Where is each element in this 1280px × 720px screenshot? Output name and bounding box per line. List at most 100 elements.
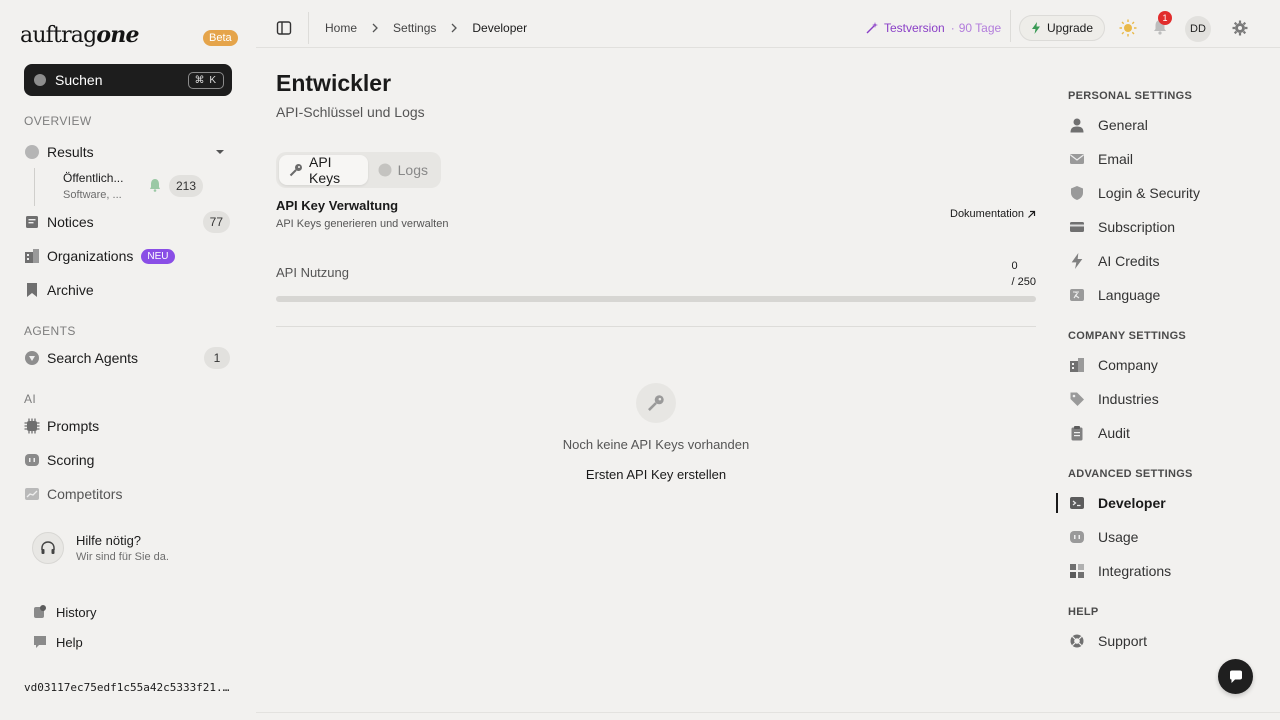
settings-item-email[interactable]: Email xyxy=(1068,147,1258,171)
sidebar-item-label: Prompts xyxy=(47,418,100,434)
sidebar-item-archive[interactable]: Archive xyxy=(24,277,232,303)
sidebar-item-help[interactable]: Help xyxy=(32,632,83,652)
upgrade-button[interactable]: Upgrade xyxy=(1019,15,1105,41)
sidebar-item-search-agents[interactable]: Search Agents 1 xyxy=(24,345,232,371)
gear-icon[interactable] xyxy=(1232,20,1248,36)
settings-item-integrations[interactable]: Integrations xyxy=(1068,559,1258,583)
section-agents: AGENTS xyxy=(24,324,76,338)
settings-item-developer[interactable]: Developer xyxy=(1068,491,1258,515)
settings-item-industries[interactable]: Industries xyxy=(1068,387,1258,411)
subitem-subtitle: Software, ... xyxy=(63,189,122,201)
page-title: Entwickler xyxy=(276,70,392,96)
sidebar-item-competitors[interactable]: Competitors xyxy=(24,481,232,507)
beta-badge: Beta xyxy=(203,30,238,46)
bolt-icon xyxy=(1068,252,1086,270)
section-overview: OVERVIEW xyxy=(24,114,92,128)
sidebar-item-organizations[interactable]: Organizations NEU xyxy=(24,243,232,269)
trial-indicator[interactable]: Testversion · 90 Tage xyxy=(866,21,1001,35)
help-card-subtitle: Wir sind für Sie da. xyxy=(76,551,169,563)
empty-state-key-icon xyxy=(636,383,676,423)
settings-item-label: Subscription xyxy=(1098,219,1176,235)
sidebar-item-notices[interactable]: Notices 77 xyxy=(24,209,232,235)
sun-icon[interactable] xyxy=(1119,19,1137,37)
settings-item-label: Email xyxy=(1098,151,1134,167)
documentation-link[interactable]: Dokumentation xyxy=(950,208,1036,220)
sidebar-item-results[interactable]: Results xyxy=(24,139,232,165)
tab-bar: API Keys Logs xyxy=(276,152,441,188)
tab-label: API Keys xyxy=(309,154,341,186)
chip-icon xyxy=(24,418,40,434)
settings-item-language[interactable]: Language xyxy=(1068,283,1258,307)
settings-item-ai-credits[interactable]: AI Credits xyxy=(1068,249,1258,273)
settings-item-support[interactable]: Support xyxy=(1068,629,1258,653)
create-first-api-key-button[interactable]: Ersten API Key erstellen xyxy=(576,467,736,482)
search-button[interactable]: Suchen ⌘ K xyxy=(24,64,232,96)
trial-separator: · xyxy=(950,21,955,35)
building-icon xyxy=(1068,356,1086,374)
headphones-icon xyxy=(32,532,64,564)
chat-widget-button[interactable] xyxy=(1218,659,1253,694)
section-ai: AI xyxy=(24,392,37,406)
terminal-icon xyxy=(1068,494,1086,512)
settings-item-general[interactable]: General xyxy=(1068,113,1258,137)
shield-icon xyxy=(1068,184,1086,202)
results-subitem[interactable]: Öffentlich... Software, ... 213 xyxy=(34,168,234,206)
sidebar-item-label: Notices xyxy=(47,214,94,230)
help-icon xyxy=(32,634,48,650)
user-avatar[interactable]: DD xyxy=(1185,16,1211,42)
sidebar-item-history[interactable]: History xyxy=(32,602,96,622)
settings-item-label: Usage xyxy=(1098,529,1139,545)
divider xyxy=(276,326,1036,327)
sidebar-item-label: History xyxy=(56,604,97,620)
sidebar-item-label: Search Agents xyxy=(47,350,139,366)
content-bottom-border xyxy=(256,712,1280,713)
breadcrumb-home[interactable]: Home xyxy=(325,21,357,35)
sidebar-item-label: Scoring xyxy=(47,452,95,468)
section-personal-settings: PERSONAL SETTINGS xyxy=(1068,90,1193,102)
topbar-divider xyxy=(1010,10,1011,42)
documentation-label: Dokumentation xyxy=(950,208,1024,220)
chart-icon xyxy=(24,486,40,502)
settings-item-label: Login & Security xyxy=(1098,185,1200,201)
subitem-title: Öffentlich... xyxy=(63,171,124,185)
breadcrumb-settings[interactable]: Settings xyxy=(393,21,436,35)
settings-item-usage[interactable]: Usage xyxy=(1068,525,1258,549)
settings-item-audit[interactable]: Audit xyxy=(1068,421,1258,445)
sidebar-toggle-icon[interactable] xyxy=(276,20,292,36)
logs-icon xyxy=(378,163,392,177)
settings-item-label: Support xyxy=(1098,633,1148,649)
user-icon xyxy=(1068,116,1086,134)
app-logo[interactable]: auftragone xyxy=(20,22,139,48)
topbar-divider xyxy=(308,12,309,44)
new-badge: NEU xyxy=(141,248,175,264)
settings-item-company[interactable]: Company xyxy=(1068,353,1258,377)
language-icon xyxy=(1068,286,1086,304)
help-card[interactable]: Hilfe nötig? Wir sind für Sie da. xyxy=(32,530,232,566)
mail-icon xyxy=(1068,150,1086,168)
chevron-down-icon[interactable] xyxy=(212,144,228,160)
settings-item-label: General xyxy=(1098,117,1148,133)
settings-item-label: Integrations xyxy=(1098,563,1172,579)
settings-item-label: Language xyxy=(1098,287,1161,303)
search-shortcut: ⌘ K xyxy=(187,71,224,89)
api-usage-progress xyxy=(276,296,1036,302)
agent-icon xyxy=(24,350,40,366)
tab-api-keys[interactable]: API Keys xyxy=(279,154,368,186)
chat-icon xyxy=(1228,669,1244,685)
chevron-right-icon xyxy=(450,23,458,33)
api-key-section-title: API Key Verwaltung xyxy=(276,198,399,213)
sidebar-item-prompts[interactable]: Prompts xyxy=(24,413,232,439)
tab-logs[interactable]: Logs xyxy=(368,155,438,185)
search-label: Suchen xyxy=(55,72,103,88)
help-card-title: Hilfe nötig? xyxy=(76,533,142,548)
history-icon xyxy=(32,604,48,620)
sidebar-item-label: Results xyxy=(47,144,94,160)
bookmark-icon xyxy=(24,282,40,298)
sidebar-item-scoring[interactable]: Scoring xyxy=(24,447,232,473)
settings-item-label: Company xyxy=(1098,357,1158,373)
sidebar-item-label: Organizations xyxy=(47,248,134,264)
search-icon xyxy=(33,73,47,87)
sidebar-item-label: Competitors xyxy=(47,486,123,502)
settings-item-login-security[interactable]: Login & Security xyxy=(1068,181,1258,205)
settings-item-subscription[interactable]: Subscription xyxy=(1068,215,1258,239)
